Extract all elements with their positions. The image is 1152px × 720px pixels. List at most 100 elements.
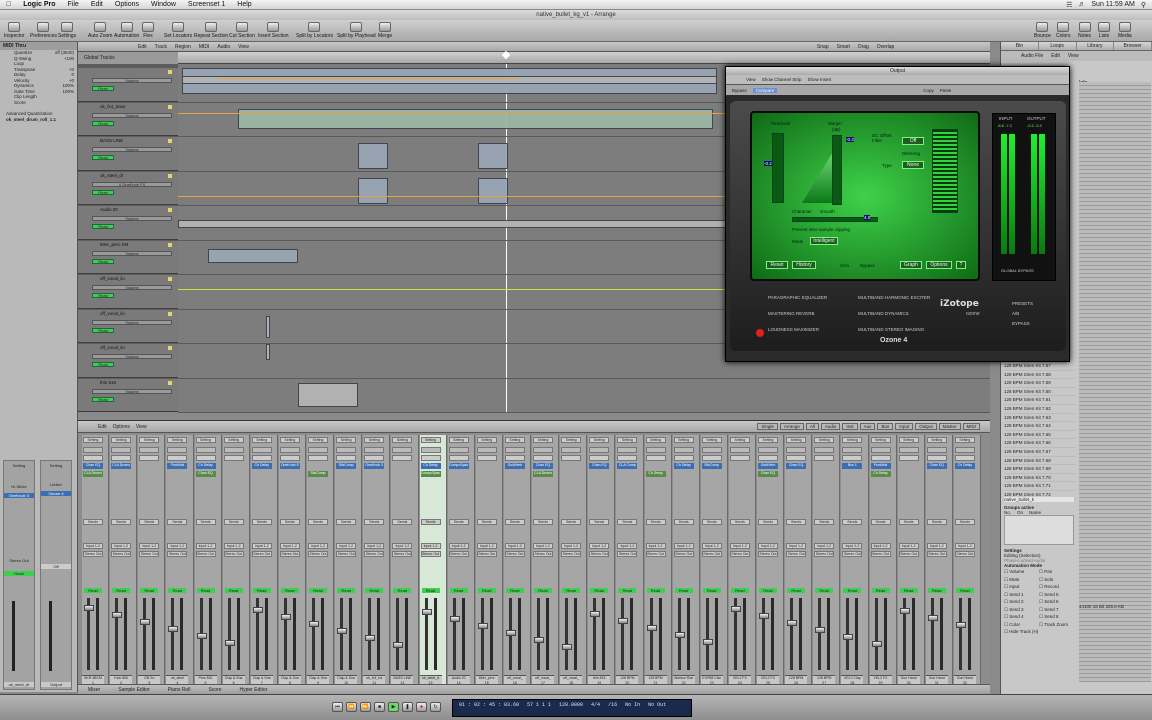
spotlight-icon[interactable]: ⚲ (1141, 1, 1146, 9)
split-playhead-button[interactable]: Split by Playhead (337, 22, 376, 39)
volume-fader[interactable] (283, 598, 287, 670)
margin-slider[interactable] (832, 135, 842, 205)
automation-param[interactable]: 4 OneKnob FX (92, 181, 172, 187)
fader-cap[interactable] (337, 628, 348, 634)
global-bypass-label[interactable]: GLOBAL BYPASS (1001, 268, 1034, 273)
volume-fader[interactable] (649, 598, 653, 670)
automation-param[interactable]: Volume (92, 250, 172, 256)
automation-mode[interactable]: Read (393, 588, 412, 593)
automation-mode[interactable]: Read (759, 588, 777, 593)
insert-plugin[interactable]: GoldVerb (758, 463, 778, 469)
audio-file-item[interactable]: 128 BPM Siren Kit 7.68 (1004, 457, 1076, 466)
eq-thumbnail[interactable] (504, 447, 525, 453)
mixer-tab[interactable]: Bus (877, 423, 894, 430)
volume-fader[interactable] (818, 598, 822, 670)
arrange-menu-view[interactable]: View (238, 44, 249, 50)
channel-strip[interactable]: Setting SilvComp Sends Input 1-2 Stereo Out R… (335, 435, 363, 689)
dither-type-button[interactable]: None (902, 161, 924, 169)
channel-strip[interactable]: Setting Ch Delay Sends Input 1-2 Stereo Out R… (250, 435, 278, 689)
input-slot[interactable]: Input 1-2 (139, 543, 160, 549)
sends-slot[interactable]: Sends (617, 519, 638, 525)
mixer-tab[interactable]: Output (915, 423, 937, 430)
setting-button[interactable]: Setting (786, 437, 807, 443)
input-slot[interactable]: Input 1-2 (364, 543, 385, 549)
sends-slot[interactable]: Sends (870, 519, 891, 525)
eq-thumbnail[interactable] (111, 447, 132, 453)
inserts-slot[interactable] (111, 455, 132, 461)
output-slot[interactable]: Stereo Out (251, 551, 272, 557)
browser-menu-view[interactable]: View (1068, 53, 1079, 59)
menu-help[interactable]: Help (231, 1, 257, 8)
channel-strip[interactable]: Setting CompuSpac Sends Input 1-2 Stereo Out… (447, 435, 475, 689)
help-button[interactable]: ? (956, 261, 966, 269)
audio-file-item[interactable]: 128 BPM Siren Kit 7.66 (1004, 439, 1076, 448)
mixer-tab[interactable]: Aux (859, 423, 876, 430)
sends-slot[interactable]: Sends (83, 519, 103, 525)
menu-options[interactable]: Options (109, 1, 145, 8)
track-name[interactable]: ok_steel_dr (100, 173, 140, 178)
automation-mode[interactable]: Read (92, 396, 114, 402)
input-slot[interactable]: Input 1-2 (814, 543, 835, 549)
volume-fader[interactable] (705, 598, 709, 670)
output-slot[interactable]: Stereo Out (139, 551, 160, 557)
inserts-slot[interactable] (589, 455, 610, 461)
sends-slot[interactable]: Sends (814, 519, 835, 525)
track-name[interactable]: 80er_perc KM (100, 242, 140, 247)
output-slot[interactable]: Stereo Out (926, 551, 947, 557)
merge-button[interactable]: Merge (378, 22, 392, 39)
inserts-slot[interactable] (561, 455, 582, 461)
volume-fader[interactable] (537, 598, 540, 670)
eq-thumbnail[interactable] (589, 447, 610, 453)
output-slot[interactable]: Stereo Out (223, 551, 244, 557)
tab-bin[interactable]: Bin (1001, 42, 1039, 50)
inserts-slot[interactable] (195, 455, 216, 461)
maximizer-power-icon[interactable] (756, 329, 764, 337)
fader-cap[interactable] (843, 634, 854, 640)
stop-icon[interactable]: ■ (374, 702, 385, 712)
audio-file-item[interactable]: 128 BPM Siren Kit 7.70 (1004, 474, 1076, 483)
input-slot[interactable]: Input 1-2 (308, 543, 328, 549)
fader-cap[interactable] (674, 632, 685, 638)
eq-thumbnail[interactable] (308, 447, 328, 453)
automation-mode[interactable]: Read (92, 224, 114, 229)
setting-button[interactable]: Setting (336, 437, 357, 443)
eq-thumbnail[interactable] (364, 447, 385, 453)
tab-browser[interactable]: Browser (1114, 42, 1152, 50)
output-slot[interactable]: Stereo Out (504, 551, 525, 557)
automation-mode[interactable]: Read (92, 86, 114, 91)
automation-checkbox[interactable]: ☐ Track Zoom (1039, 621, 1074, 629)
setting-button[interactable]: Setting (420, 437, 441, 443)
eq-thumbnail[interactable] (279, 447, 300, 453)
copy-button[interactable]: Copy (923, 88, 934, 93)
audio-file-item[interactable]: 128 BPM Siren Kit 7.65 (1004, 431, 1076, 440)
volume-fader[interactable] (762, 598, 765, 670)
tab-score[interactable]: Score (208, 687, 221, 693)
arrange-menu-audio[interactable]: Audio (217, 44, 230, 50)
volume-fader[interactable] (874, 598, 878, 670)
eq-thumbnail[interactable] (336, 447, 357, 453)
insert-plugin-2[interactable]: CLA Drums (533, 471, 553, 477)
eq-thumbnail[interactable] (701, 447, 722, 453)
selected-file[interactable]: native_bullet_k (1004, 497, 1074, 502)
tab-piano-roll[interactable]: Piano Roll (168, 687, 191, 693)
volume-fader[interactable] (171, 598, 175, 670)
volume-fader[interactable] (312, 598, 315, 670)
setting-button[interactable]: Setting (251, 437, 272, 443)
audio-file-item[interactable]: 128 BPM Siren Kit 7.69 (1004, 465, 1076, 474)
mute-icon[interactable] (168, 277, 172, 281)
fader-cap[interactable] (562, 644, 573, 650)
insert-plugin-2[interactable]: Ch Delay (870, 471, 891, 477)
sends-slot[interactable]: Sends (111, 519, 132, 525)
automation-checkbox[interactable]: ☐ Volume (1004, 568, 1039, 576)
inserts-slot[interactable] (617, 455, 638, 461)
fader-cap[interactable] (309, 621, 319, 627)
audio-region[interactable] (208, 248, 298, 263)
eq-thumbnail[interactable] (645, 447, 666, 453)
tab-library[interactable]: Library (1077, 42, 1115, 50)
volume-fader[interactable] (115, 598, 119, 670)
channel-strip[interactable]: Setting Chan EQ CLA Drums Sends Input 1-2 Ste… (82, 435, 110, 689)
volume-fader[interactable] (621, 598, 625, 670)
eq-thumbnail[interactable] (842, 447, 863, 453)
input-slot[interactable]: Input 1-2 (111, 543, 132, 549)
automation-mode[interactable]: Read (505, 588, 524, 593)
